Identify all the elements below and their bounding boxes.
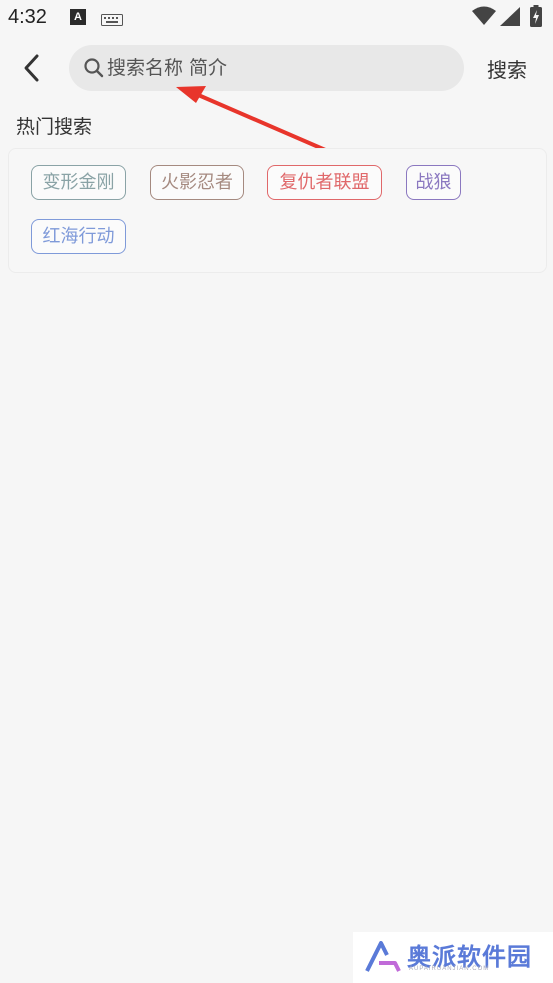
search-box[interactable] (69, 45, 464, 91)
watermark: 奥派软件园 AUPAIRUANJIAN.COM (353, 932, 553, 983)
back-button[interactable] (14, 50, 50, 86)
hot-tag[interactable]: 变形金刚 (31, 165, 126, 200)
status-bar: 4:32 A (0, 0, 553, 36)
search-input[interactable] (107, 45, 447, 91)
wifi-icon (472, 6, 496, 30)
hot-search-title: 热门搜索 (16, 116, 93, 138)
hot-tag[interactable]: 复仇者联盟 (267, 165, 382, 200)
status-time: 4:32 (8, 6, 47, 28)
hot-tag[interactable]: 战狼 (406, 165, 461, 200)
signal-icon (500, 7, 520, 30)
hot-tag[interactable]: 红海行动 (31, 219, 126, 254)
search-button[interactable]: 搜索 (487, 54, 527, 83)
watermark-logo-icon (365, 941, 401, 977)
search-icon (84, 58, 104, 82)
notification-a-icon: A (70, 9, 86, 25)
battery-icon (530, 5, 542, 31)
watermark-subtext: AUPAIRUANJIAN.COM (409, 966, 490, 972)
keyboard-icon (101, 11, 123, 30)
chevron-left-icon (24, 54, 39, 82)
hot-tag[interactable]: 火影忍者 (150, 165, 244, 200)
